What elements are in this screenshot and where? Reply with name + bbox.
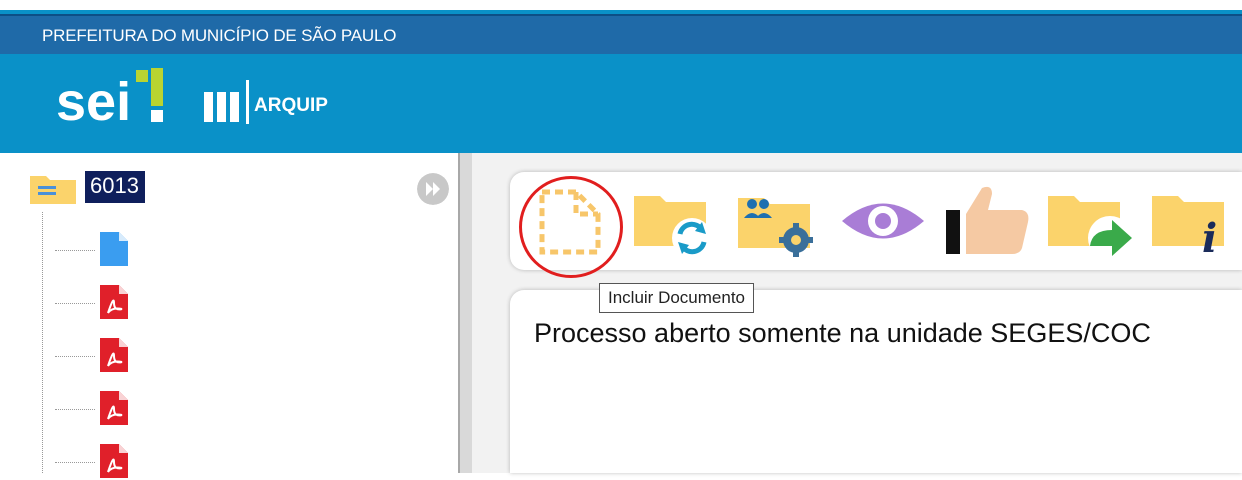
- tree-item[interactable]: [43, 440, 193, 480]
- sei-logo-text: sei: [56, 72, 131, 128]
- tree-item[interactable]: [43, 387, 193, 427]
- folder-open-icon[interactable]: [28, 170, 78, 206]
- folder-sync-icon[interactable]: [632, 188, 714, 260]
- pdf-icon[interactable]: [98, 283, 130, 321]
- top-strip: [0, 0, 1242, 10]
- tree-item[interactable]: [43, 334, 193, 374]
- svg-text:i: i: [1202, 215, 1217, 260]
- document-icon[interactable]: [98, 230, 130, 268]
- process-number[interactable]: 6013: [85, 171, 145, 203]
- tree-dash: [55, 409, 95, 410]
- folder-info-icon[interactable]: i: [1150, 188, 1242, 260]
- sei-logo[interactable]: sei: [56, 68, 166, 128]
- pdf-icon[interactable]: [98, 389, 130, 427]
- tree-item[interactable]: [43, 281, 193, 321]
- government-title: PREFEITURA DO MUNICÍPIO DE SÃO PAULO: [42, 26, 397, 45]
- government-bar: PREFEITURA DO MUNICÍPIO DE SÃO PAULO: [0, 14, 1242, 54]
- folder-users-gear-icon[interactable]: [736, 190, 820, 260]
- highlight-circle: [519, 176, 623, 278]
- tree-dash: [55, 462, 95, 463]
- pdf-icon[interactable]: [98, 336, 130, 374]
- tree-dash: [55, 303, 95, 304]
- tree-dash: [55, 356, 95, 357]
- thumbs-up-icon[interactable]: [942, 184, 1034, 256]
- process-status-text: Processo aberto somente na unidade SEGES…: [534, 318, 1151, 348]
- arquip-logo: ARQUIP: [204, 80, 328, 124]
- tree-item[interactable]: [43, 228, 193, 268]
- system-name: ARQUIP: [254, 95, 328, 116]
- pdf-icon[interactable]: [98, 442, 130, 480]
- eye-icon[interactable]: [838, 196, 928, 246]
- folder-send-icon[interactable]: [1046, 188, 1138, 260]
- collapse-tree-icon[interactable]: [417, 173, 449, 205]
- tree-dash: [55, 250, 95, 251]
- tooltip: Incluir Documento: [599, 283, 755, 313]
